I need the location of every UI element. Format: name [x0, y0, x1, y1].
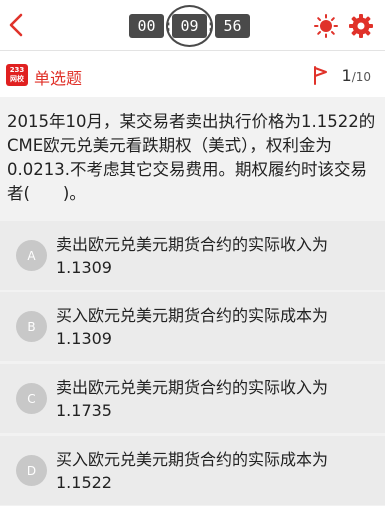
flag-icon[interactable] [312, 65, 330, 85]
option-text: 买入欧元兑美元期货合约的实际成本为1.1522 [56, 450, 329, 492]
question-type-label: 单选题 [34, 69, 83, 88]
option-letter-badge: D [16, 455, 47, 486]
top-bar: 00 : 09 : 56 [0, 0, 385, 50]
current-question-number: 1 [341, 66, 352, 85]
option-text: 卖出欧元兑美元期货合约的实际收入为1.1735 [56, 378, 329, 420]
option-text: 买入欧元兑美元期货合约的实际成本为1.1309 [56, 306, 329, 348]
timer-hours: 00 [129, 14, 164, 38]
option-c[interactable]: C 卖出欧元兑美元期货合约的实际收入为1.1735 [0, 364, 385, 433]
option-text: 卖出欧元兑美元期货合约的实际收入为1.1309 [56, 235, 329, 277]
question-text: 2015年10月，某交易者卖出执行价格为1.1522的CME欧元兑美元看跌期权（… [7, 112, 376, 203]
option-letter-badge: C [16, 383, 47, 414]
question-type-bar: 233 网校 单选题 1/10 [0, 50, 385, 97]
brightness-icon[interactable] [314, 14, 338, 38]
total-questions: /10 [351, 70, 371, 84]
question-counter: 1/10 [342, 66, 372, 85]
timer-ring [166, 5, 213, 47]
option-d[interactable]: D 买入欧元兑美元期货合约的实际成本为1.1522 [0, 436, 385, 505]
site-logo: 233 网校 [6, 64, 28, 86]
option-b[interactable]: B 买入欧元兑美元期货合约的实际成本为1.1309 [0, 292, 385, 361]
option-letter-badge: A [16, 240, 47, 271]
countdown-timer: 00 : 09 : 56 [129, 5, 250, 47]
settings-gear-icon[interactable] [348, 13, 374, 39]
back-arrow-icon[interactable] [4, 11, 28, 39]
timer-minutes: 09 [166, 5, 213, 47]
timer-seconds: 56 [215, 14, 250, 38]
option-a[interactable]: A 卖出欧元兑美元期货合约的实际收入为1.1309 [0, 221, 385, 290]
option-letter-badge: B [16, 311, 47, 342]
